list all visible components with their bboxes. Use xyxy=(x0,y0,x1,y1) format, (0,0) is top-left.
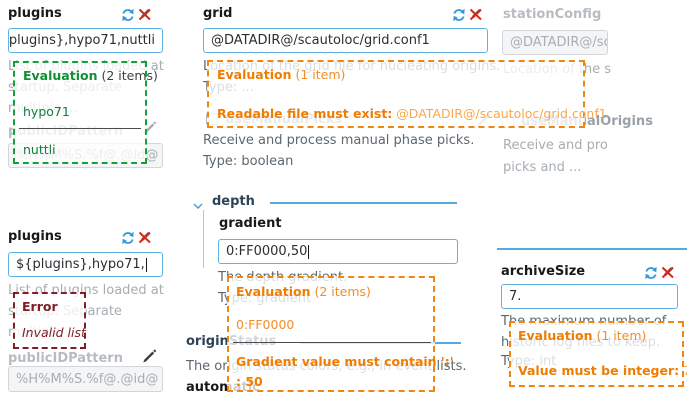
evaluation-title: Evaluation(2 items) xyxy=(236,284,371,299)
chevron-down-icon[interactable] xyxy=(193,198,203,204)
evaluation-separator xyxy=(233,342,431,343)
plugins-input-bottom[interactable]: ${plugins},hypo71, xyxy=(8,252,163,277)
edit-pencil-icon[interactable] xyxy=(141,347,157,363)
error-message: Invalid list xyxy=(22,325,86,340)
evaluation-title: Evaluation(1 item) xyxy=(518,328,646,343)
text-cursor xyxy=(308,245,309,259)
param-label-stationconfig: stationConfig xyxy=(503,7,601,22)
usemanualorigins-desc-line: Receive and pro xyxy=(503,136,608,156)
section-line xyxy=(270,202,457,204)
error-tooltip: Error Invalid list xyxy=(13,292,86,349)
config-editor: plugins ${plugins},hypo71,nuttli List of… xyxy=(0,0,687,401)
refresh-icon[interactable] xyxy=(643,265,659,281)
error-title: Error xyxy=(22,299,58,314)
param-label-plugins-top: plugins xyxy=(8,6,62,21)
usemanualpicks-desc-line: Receive and process manual phase picks. xyxy=(203,131,474,151)
section-header-depth[interactable]: depth xyxy=(212,194,255,209)
reset-edit-icon[interactable] xyxy=(137,229,153,245)
param-label-publicidpattern-bottom: publicIDPattern xyxy=(8,351,123,366)
evaluation-item: 0:FF0000 xyxy=(236,317,294,332)
usemanualpicks-desc-line: Type: boolean xyxy=(203,152,293,172)
evaluation-tooltip-archivesize: Evaluation(1 item) Value must be integer… xyxy=(509,321,684,387)
refresh-icon[interactable] xyxy=(120,230,136,246)
evaluation-title: Evaluation(2 items) xyxy=(23,68,158,83)
evaluation-title: Evaluation(1 item) xyxy=(217,67,345,82)
refresh-icon[interactable] xyxy=(120,7,136,23)
evaluation-separator xyxy=(19,128,141,129)
evaluation-item: hypo71 xyxy=(23,104,70,119)
evaluation-tooltip-grid: Evaluation(1 item) Readable file must ex… xyxy=(207,60,585,128)
evaluation-message-line: Gradient value must contain ':' xyxy=(236,354,454,369)
evaluation-message-line: : 50 xyxy=(236,374,263,389)
publicidpattern-input-bottom: %H%M%S.%f@.@id@ xyxy=(8,366,163,392)
text-cursor xyxy=(146,258,147,272)
reset-edit-icon[interactable] xyxy=(660,264,676,280)
reset-edit-icon[interactable] xyxy=(137,6,153,22)
usemanualorigins-desc-line: picks and ... xyxy=(503,158,581,178)
evaluation-message: Readable file must exist:@DATADIR@/scaut… xyxy=(217,106,607,121)
grid-input[interactable]: @DATADIR@/scautoloc/grid.conf1 xyxy=(203,28,488,53)
stationconfig-input: @DATADIR@/sc xyxy=(502,30,608,55)
indent-guide-line xyxy=(203,210,204,268)
param-label-gradient: gradient xyxy=(219,216,282,231)
plugins-input-top[interactable]: ${plugins},hypo71,nuttli xyxy=(8,28,163,53)
evaluation-message: Value must be integer:7. xyxy=(518,363,687,378)
gradient-input[interactable]: 0:FF0000,50 xyxy=(218,239,458,264)
evaluation-item: nuttli xyxy=(23,142,56,157)
section-line xyxy=(497,248,687,250)
evaluation-tooltip-gradient: Evaluation(2 items) 0:FF0000 Gradient va… xyxy=(227,276,435,392)
param-label-grid: grid xyxy=(203,6,232,21)
archivesize-input[interactable]: 7. xyxy=(501,284,678,309)
refresh-icon[interactable] xyxy=(451,7,467,23)
evaluation-tooltip-plugins: Evaluation(2 items) hypo71 nuttli xyxy=(13,61,147,164)
reset-edit-icon[interactable] xyxy=(468,6,484,22)
param-label-archivesize: archiveSize xyxy=(501,264,585,279)
param-label-plugins-bottom: plugins xyxy=(8,229,62,244)
